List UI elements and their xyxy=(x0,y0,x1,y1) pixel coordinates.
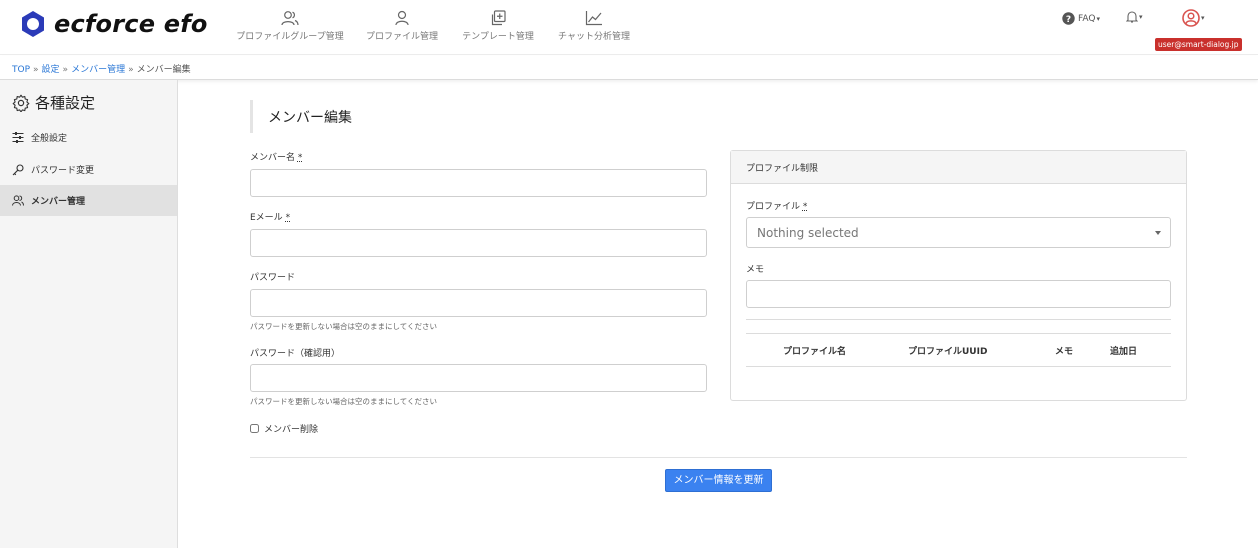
breadcrumb-member-management[interactable]: メンバー管理 xyxy=(71,65,125,75)
form-divider xyxy=(250,457,1187,458)
notifications-menu[interactable]: ▾ xyxy=(1126,10,1143,23)
breadcrumb-settings[interactable]: 設定 xyxy=(42,65,60,75)
copy-plus-icon xyxy=(491,10,506,26)
user-circle-icon xyxy=(1182,9,1200,27)
email-input[interactable] xyxy=(250,229,707,257)
line-chart-icon xyxy=(585,11,602,26)
sidebar: 各種設定 全般設定 パスワード変更 メンバー管理 xyxy=(0,80,178,548)
profile-label-text: プロファイル xyxy=(746,202,801,212)
breadcrumb-top[interactable]: TOP xyxy=(12,65,30,75)
bell-icon xyxy=(1126,11,1138,23)
nav-label: チャット分析管理 xyxy=(558,32,630,42)
email-label-text: Eメール xyxy=(250,213,283,223)
memo-input[interactable] xyxy=(746,280,1171,308)
chevron-down-icon xyxy=(1155,231,1161,235)
nav-chat-analysis[interactable]: チャット分析管理 xyxy=(557,10,631,42)
sidebar-title-text: 各種設定 xyxy=(35,94,96,112)
faq-menu[interactable]: ? FAQ ▾ xyxy=(1062,12,1100,25)
required-mark: * xyxy=(297,153,303,163)
member-delete-label: メンバー削除 xyxy=(264,425,319,435)
sidebar-item-label: メンバー管理 xyxy=(31,197,86,207)
required-mark: * xyxy=(802,202,808,212)
email-label: Eメール * xyxy=(250,210,290,223)
panel-title: プロファイル制限 xyxy=(731,151,1186,184)
column-header-profile-uuid: プロファイルUUID xyxy=(908,347,988,357)
password-label: パスワード xyxy=(250,273,296,283)
key-icon xyxy=(12,163,24,175)
sliders-icon xyxy=(12,132,24,143)
users-icon xyxy=(281,11,299,26)
users-icon xyxy=(12,195,24,206)
svg-text:?: ? xyxy=(1066,15,1071,25)
required-mark: * xyxy=(285,213,291,223)
sidebar-item-label: 全般設定 xyxy=(31,134,68,144)
logo-text: ecforce efo xyxy=(54,10,208,38)
chevron-down-icon: ▾ xyxy=(1139,12,1143,21)
logo[interactable]: ecforce efo xyxy=(19,10,208,38)
password-help-text: パスワードを更新しない場合は空のままにしてください xyxy=(250,322,438,331)
member-name-label-text: メンバー名 xyxy=(250,153,296,163)
nav-label: テンプレート管理 xyxy=(462,32,534,42)
nav-template[interactable]: テンプレート管理 xyxy=(461,10,535,42)
profile-select-placeholder: Nothing selected xyxy=(757,226,859,240)
nav-label: プロファイルグループ管理 xyxy=(236,32,344,42)
sidebar-item-label: パスワード変更 xyxy=(31,166,95,176)
page-title: メンバー編集 xyxy=(250,100,352,133)
gear-icon xyxy=(12,94,30,112)
member-delete-checkbox[interactable] xyxy=(250,424,259,433)
chevron-down-icon: ▾ xyxy=(1096,14,1100,23)
user-menu[interactable]: ▾ xyxy=(1182,9,1205,27)
table-header-top-border xyxy=(746,333,1171,334)
breadcrumb-separator: » xyxy=(62,65,69,75)
member-delete-checkbox-row[interactable]: メンバー削除 xyxy=(250,422,318,435)
profile-select[interactable]: Nothing selected xyxy=(746,217,1171,248)
password-input[interactable] xyxy=(250,289,707,317)
password-confirm-label: パスワード（確認用） xyxy=(250,349,341,359)
top-header: ecforce efo プロファイルグループ管理 プロファイル管理 テンプレート… xyxy=(0,0,1258,55)
nav-profile[interactable]: プロファイル管理 xyxy=(365,10,439,42)
column-header-added-date: 追加日 xyxy=(1110,347,1138,357)
logo-mark-icon xyxy=(22,11,44,37)
sidebar-item-password[interactable]: パスワード変更 xyxy=(0,154,177,185)
memo-label: メモ xyxy=(746,265,765,275)
question-circle-icon: ? xyxy=(1062,12,1075,25)
table-top-border xyxy=(746,319,1171,320)
faq-label: FAQ xyxy=(1078,13,1096,24)
nav-label: プロファイル管理 xyxy=(365,32,438,42)
nav-profile-group[interactable]: プロファイルグループ管理 xyxy=(236,10,344,42)
sidebar-title: 各種設定 xyxy=(12,92,95,113)
member-name-input[interactable] xyxy=(250,169,707,197)
breadcrumb: TOP» 設定» メンバー管理» メンバー編集 xyxy=(0,56,1258,80)
member-name-label: メンバー名 * xyxy=(250,150,302,163)
user-email-badge: user@smart-dialog.jp xyxy=(1155,38,1242,51)
column-header-memo: メモ xyxy=(1055,347,1074,357)
password-confirm-help-text: パスワードを更新しない場合は空のままにしてください xyxy=(250,397,438,406)
breadcrumb-separator: » xyxy=(128,65,134,75)
sidebar-item-members[interactable]: メンバー管理 xyxy=(0,185,177,216)
update-member-button[interactable]: メンバー情報を更新 xyxy=(665,469,772,492)
column-header-profile-name: プロファイル名 xyxy=(783,347,847,357)
sidebar-item-general[interactable]: 全般設定 xyxy=(0,122,177,153)
user-icon xyxy=(395,10,409,26)
breadcrumb-separator: » xyxy=(33,65,39,75)
password-confirm-input[interactable] xyxy=(250,364,707,392)
profile-restriction-panel: プロファイル制限 xyxy=(730,150,1187,401)
profile-label: プロファイル * xyxy=(746,199,807,212)
table-header-bottom-border xyxy=(746,366,1171,367)
breadcrumb-current: メンバー編集 xyxy=(136,65,191,75)
chevron-down-icon: ▾ xyxy=(1201,14,1205,22)
